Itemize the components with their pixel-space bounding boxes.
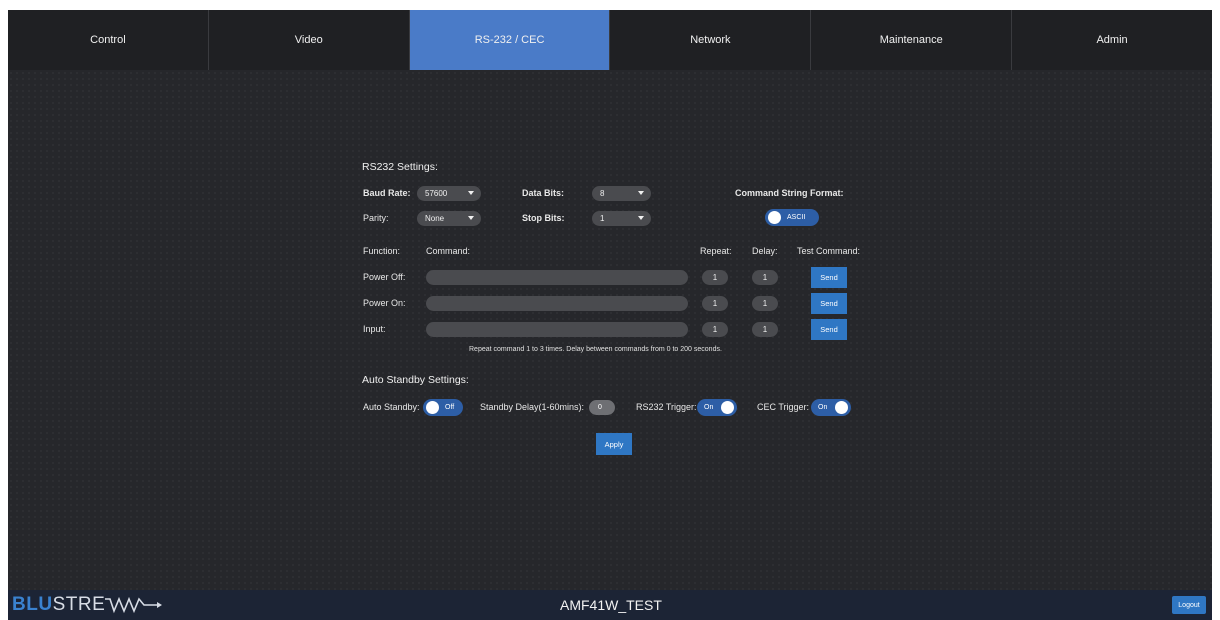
chevron-down-icon — [638, 191, 644, 195]
logo-text-blu: BLU — [12, 594, 53, 615]
delay-header: Delay: — [752, 246, 778, 256]
blustream-logo: BLU STRE — [12, 593, 163, 617]
chevron-down-icon — [638, 216, 644, 220]
tab-video[interactable]: Video — [209, 10, 410, 70]
function-label: Power On: — [363, 298, 406, 308]
chevron-down-icon — [468, 191, 474, 195]
power-off-send-button[interactable]: Send — [811, 267, 847, 288]
toggle-knob — [721, 401, 734, 414]
auto-standby-value: Off — [445, 404, 455, 411]
power-off-repeat-input[interactable]: 1 — [702, 270, 728, 285]
command-header: Command: — [426, 246, 471, 256]
rs232-trigger-toggle[interactable]: On — [697, 399, 737, 416]
footer-bar: BLU STRE AMF41W_TEST Logout — [8, 590, 1212, 620]
device-name: AMF41W_TEST — [560, 597, 662, 613]
stop-bits-select[interactable]: 1 — [592, 211, 651, 226]
input-repeat-input[interactable]: 1 — [702, 322, 728, 337]
power-on-delay-input[interactable]: 1 — [752, 296, 778, 311]
auto-standby-title: Auto Standby Settings: — [362, 374, 469, 386]
chevron-down-icon — [468, 216, 474, 220]
cec-trigger-label: CEC Trigger: — [757, 402, 810, 412]
parity-label: Parity: — [363, 213, 389, 223]
logout-button[interactable]: Logout — [1172, 596, 1206, 614]
input-delay-input[interactable]: 1 — [752, 322, 778, 337]
rs232-trigger-label: RS232 Trigger: — [636, 402, 697, 412]
command-format-value: ASCII — [787, 214, 806, 221]
command-format-label: Command String Format: — [735, 188, 844, 198]
cec-trigger-toggle[interactable]: On — [811, 399, 851, 416]
function-header: Function: — [363, 246, 401, 256]
parity-select[interactable]: None — [417, 211, 481, 226]
power-off-delay-input[interactable]: 1 — [752, 270, 778, 285]
toggle-knob — [426, 401, 439, 414]
test-command-header: Test Command: — [797, 246, 861, 256]
cec-trigger-value: On — [818, 404, 828, 411]
command-help-note: Repeat command 1 to 3 times. Delay betwe… — [469, 346, 722, 353]
toggle-knob — [768, 211, 781, 224]
logo-text-rest: STRE — [52, 594, 106, 615]
tab-rs232-cec[interactable]: RS-232 / CEC — [409, 10, 611, 70]
input-command-input[interactable] — [426, 322, 688, 337]
standby-delay-input[interactable]: 0 — [589, 400, 615, 415]
stop-bits-value: 1 — [600, 214, 605, 223]
tab-admin[interactable]: Admin — [1012, 10, 1212, 70]
stop-bits-label: Stop Bits: — [522, 213, 565, 223]
data-bits-select[interactable]: 8 — [592, 186, 651, 201]
main-nav: Control Video RS-232 / CEC Network Maint… — [8, 10, 1212, 70]
repeat-header: Repeat: — [700, 246, 732, 256]
power-on-repeat-input[interactable]: 1 — [702, 296, 728, 311]
data-bits-label: Data Bits: — [522, 188, 565, 198]
settings-panel: RS232 Settings: Baud Rate: 57600 Data Bi… — [8, 70, 1212, 590]
standby-delay-label: Standby Delay(1-60mins): — [480, 402, 585, 412]
power-off-command-input[interactable] — [426, 270, 688, 285]
power-on-command-input[interactable] — [426, 296, 688, 311]
function-label: Power Off: — [363, 272, 406, 282]
power-on-send-button[interactable]: Send — [811, 293, 847, 314]
auto-standby-label: Auto Standby: — [363, 402, 420, 412]
baud-rate-value: 57600 — [425, 189, 448, 198]
command-format-toggle[interactable]: ASCII — [765, 209, 819, 226]
data-bits-value: 8 — [600, 189, 605, 198]
tab-maintenance[interactable]: Maintenance — [811, 10, 1013, 70]
function-label: Input: — [363, 324, 386, 334]
standby-delay-value: 0 — [598, 404, 602, 411]
tab-control[interactable]: Control — [8, 10, 209, 70]
rs232-settings-title: RS232 Settings: — [362, 161, 438, 173]
input-send-button[interactable]: Send — [811, 319, 847, 340]
rs232-trigger-value: On — [704, 404, 714, 411]
baud-rate-select[interactable]: 57600 — [417, 186, 481, 201]
tab-network[interactable]: Network — [610, 10, 812, 70]
app-frame: Control Video RS-232 / CEC Network Maint… — [8, 10, 1212, 620]
parity-value: None — [425, 214, 445, 223]
logo-waveform-icon — [105, 596, 163, 614]
auto-standby-toggle[interactable]: Off — [423, 399, 463, 416]
baud-rate-label: Baud Rate: — [363, 188, 411, 198]
apply-button[interactable]: Apply — [596, 433, 632, 455]
toggle-knob — [835, 401, 848, 414]
